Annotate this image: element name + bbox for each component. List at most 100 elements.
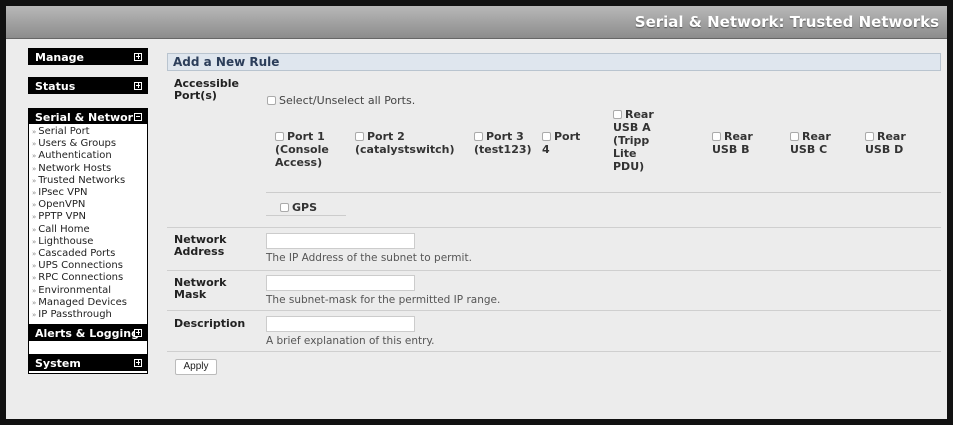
rear-usb-d-checkbox[interactable] [865,132,874,141]
sidebar-item-openvpn[interactable]: » OpenVPN [32,199,147,211]
bullet-arrow-icon: » [32,128,37,136]
port-2-label: Port 2 (catalystswitch) [355,130,455,156]
menu-status-label: Status [35,80,76,93]
network-mask-help: The subnet-mask for the permitted IP ran… [266,294,501,306]
menu-alerts-logging-label: Alerts & Logging [35,327,140,340]
page-title: Serial & Network: Trusted Networks [634,13,939,31]
sidebar-item-serial-port[interactable]: » Serial Port [32,126,147,138]
app-frame: Serial & Network: Trusted Networks Manag… [0,0,953,425]
form-heading: Add a New Rule [167,53,941,71]
menu-system[interactable]: System [28,354,148,371]
sidebar-item-label: Network Hosts [38,162,112,174]
rear-usb-c-option[interactable]: Rear USB C [790,130,831,156]
sidebar-item-ipsec-vpn[interactable]: » IPsec VPN [32,187,147,199]
divider [266,192,941,193]
bullet-arrow-icon: » [32,274,37,283]
bullet-arrow-icon: » [32,225,37,234]
divider [167,227,941,228]
sidebar-item-label: IPsec VPN [38,187,88,199]
apply-button[interactable]: Apply [175,359,217,375]
description-input[interactable] [266,316,415,332]
menu-serial-network-label: Serial & Network [35,111,141,124]
sidebar-item-label: Users & Groups [38,138,117,150]
sidebar-item-authentication[interactable]: » Authentication [32,150,147,162]
sidebar-item-ups-connections[interactable]: » UPS Connections [32,260,147,272]
bullet-arrow-icon: » [32,164,37,173]
expand-icon [134,53,142,61]
sidebar-item-label: Serial Port [38,126,90,137]
sidebar-item-label: IP Passthrough [38,309,112,321]
rear-usb-c-checkbox[interactable] [790,132,799,141]
bullet-arrow-icon: » [32,152,37,161]
sidebar-item-label: OpenVPN [38,199,86,211]
menu-manage-label: Manage [35,51,84,64]
description-help: A brief explanation of this entry. [266,335,435,347]
sidebar-item-ip-passthrough[interactable]: » IP Passthrough [32,309,147,321]
network-address-help: The IP Address of the subnet to permit. [266,252,472,264]
description-label: Description [174,317,246,330]
port-3-checkbox[interactable] [474,132,483,141]
port-2-option[interactable]: Port 2 (catalystswitch) [355,130,455,156]
sidebar-item-users-groups[interactable]: » Users & Groups [32,138,147,150]
page-header: Serial & Network: Trusted Networks [6,6,947,39]
bullet-arrow-icon: » [32,189,37,198]
bullet-arrow-icon: » [32,286,37,295]
rear-usb-a-option[interactable]: Rear USB A (Tripp Lite PDU) [613,108,654,173]
rear-usb-b-checkbox[interactable] [712,132,721,141]
select-all-checkbox[interactable] [267,96,276,105]
add-rule-form: Add a New Rule Accessible Port(s) Select… [165,50,941,380]
port-2-checkbox[interactable] [355,132,364,141]
port-4-checkbox[interactable] [542,132,551,141]
port-1-checkbox[interactable] [275,132,284,141]
sidebar-item-label: UPS Connections [38,260,123,272]
sidebar-item-label: RPC Connections [38,272,124,284]
port-3-option[interactable]: Port 3 (test123) [474,130,532,156]
sidebar-item-label: Environmental [38,284,112,296]
bullet-arrow-icon: » [32,213,37,222]
menu-system-label: System [35,357,81,370]
select-all-ports[interactable]: Select/Unselect all Ports. [267,94,415,107]
bullet-arrow-icon: » [32,176,37,185]
menu-serial-network[interactable]: Serial & Network [28,108,148,125]
sidebar-item-label: PPTP VPN [38,211,87,223]
divider [167,310,941,311]
port-1-option[interactable]: Port 1 (Console Access) [275,130,329,169]
expand-icon [134,82,142,90]
network-address-label: Network Address [174,233,227,258]
sidebar-item-label: Lighthouse [38,235,94,247]
sidebar-item-label: Trusted Networks [38,174,126,186]
sidebar-item-pptp-vpn[interactable]: » PPTP VPN [32,211,147,223]
sidebar-item-rpc-connections[interactable]: » RPC Connections [32,272,147,284]
menu-alerts-logging[interactable]: Alerts & Logging [28,324,148,341]
menu-status[interactable]: Status [28,77,148,94]
divider [167,351,941,352]
port-4-option[interactable]: Port 4 [542,130,580,156]
divider [266,194,346,216]
collapse-icon [134,113,142,121]
network-mask-input[interactable] [266,275,415,291]
bullet-arrow-icon: » [32,237,37,246]
sidebar-item-call-home[interactable]: » Call Home [32,224,147,236]
rear-usb-a-checkbox[interactable] [613,110,622,119]
menu-manage[interactable]: Manage [28,48,148,65]
network-mask-label: Network Mask [174,276,227,301]
rear-usb-b-option[interactable]: Rear USB B [712,130,753,156]
bullet-arrow-icon: » [32,140,37,149]
sidebar-item-label: Authentication [38,150,112,162]
accessible-ports-label: Accessible Port(s) [174,77,239,102]
bullet-arrow-icon: » [32,298,37,307]
rear-usb-d-option[interactable]: Rear USB D [865,130,906,156]
sidebar-item-network-hosts[interactable]: » Network Hosts [32,163,147,175]
sidebar-item-environmental[interactable]: » Environmental [32,285,147,297]
bullet-arrow-icon: » [32,311,37,320]
sidebar-item-lighthouse[interactable]: » Lighthouse [32,236,147,248]
bullet-arrow-icon: » [32,262,37,271]
bullet-arrow-icon: » [32,201,37,210]
network-address-input[interactable] [266,233,415,249]
sidebar-item-trusted-networks[interactable]: » Trusted Networks [32,175,147,187]
sidebar-item-managed-devices[interactable]: » Managed Devices [32,297,147,309]
sidebar-item-label: Cascaded Ports [38,248,116,260]
sidebar-item-label: Call Home [38,223,90,235]
sidebar-item-cascaded-ports[interactable]: » Cascaded Ports [32,248,147,260]
divider [167,270,941,271]
